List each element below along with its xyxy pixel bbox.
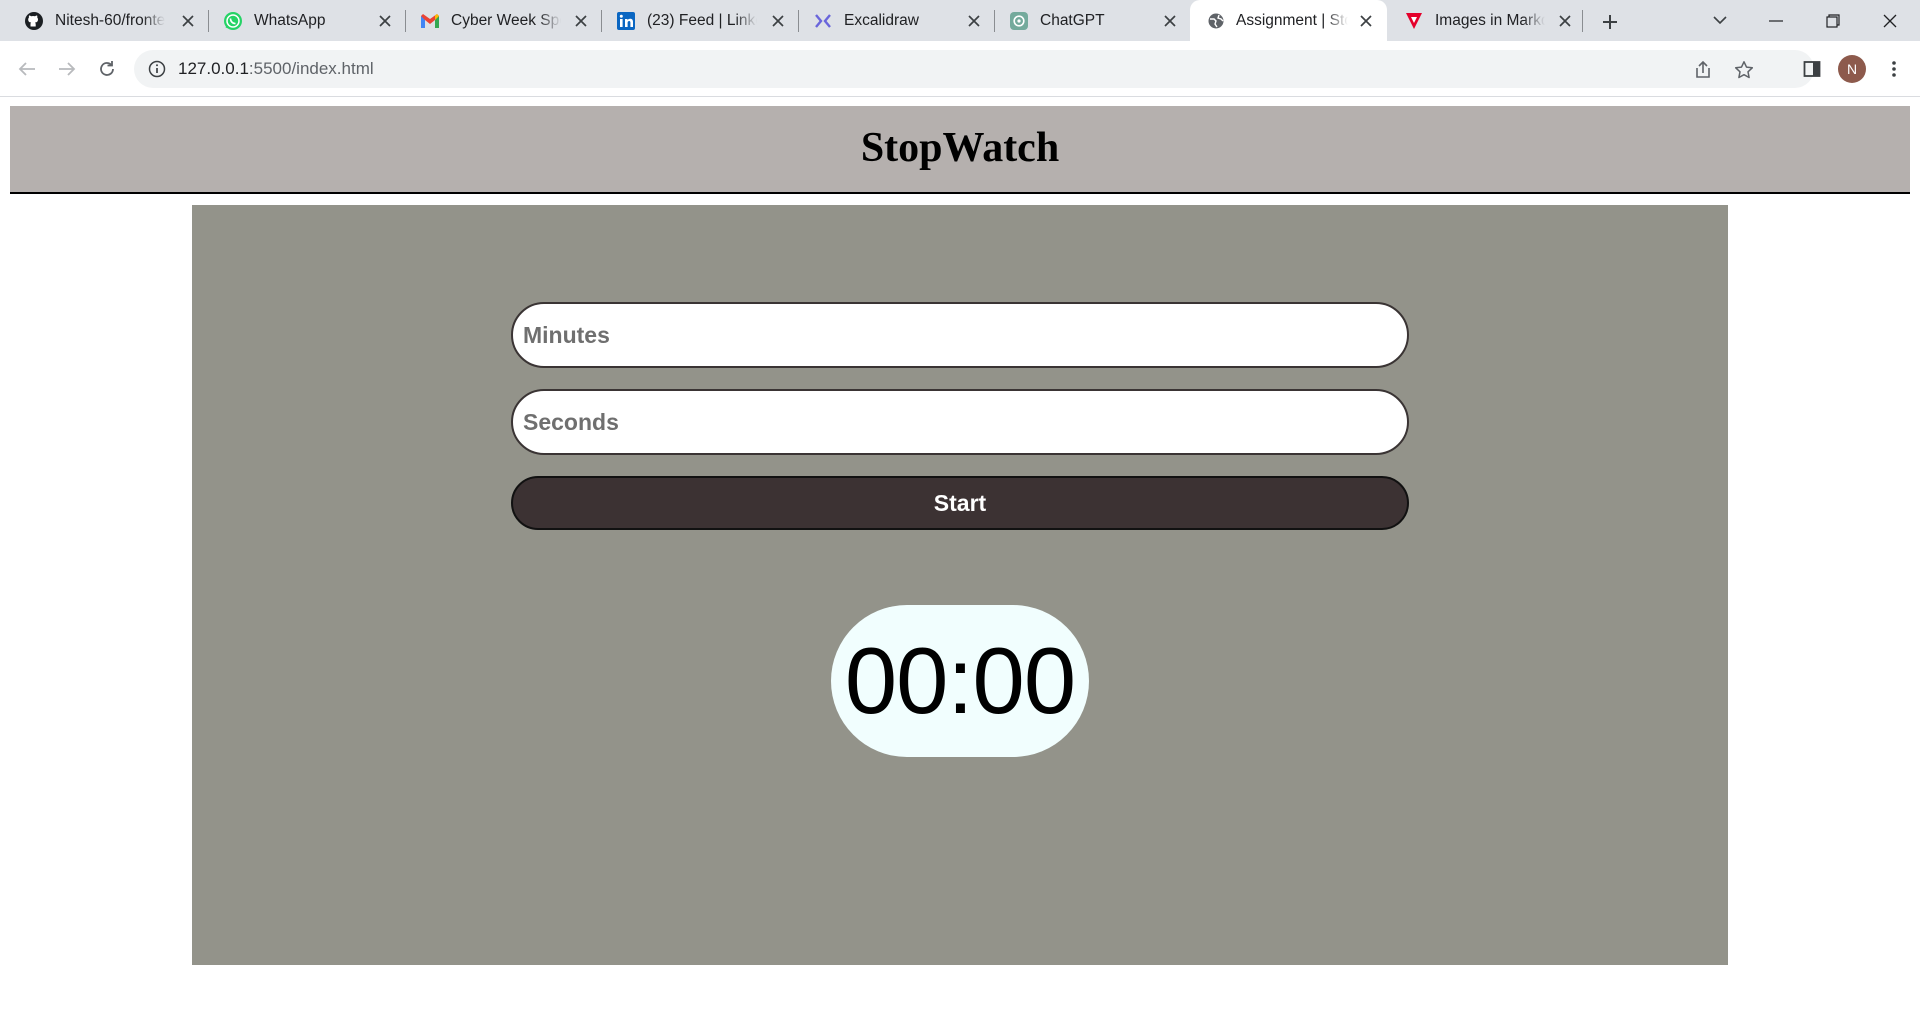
tab-title: Excalidraw — [844, 12, 919, 29]
back-button[interactable] — [12, 54, 42, 84]
stopwatch-panel: Start 00:00 — [192, 205, 1728, 965]
vercel-icon — [1404, 11, 1424, 31]
timer-display: 00:00 — [831, 605, 1089, 757]
minimize-icon — [1769, 19, 1783, 22]
tab-title: Cyber Week Spe — [451, 12, 561, 29]
close-icon[interactable] — [769, 12, 787, 30]
page-title: StopWatch — [860, 125, 1060, 171]
chevron-down-icon — [1713, 16, 1727, 25]
tab-gmail[interactable]: Cyber Week Spe — [396, 0, 604, 41]
tab-assignment[interactable]: Assignment | Sto — [1190, 0, 1387, 41]
url-text[interactable]: 127.0.0.1:5500/index.html — [178, 59, 374, 79]
arrow-left-icon — [18, 62, 35, 76]
page-header: StopWatch — [10, 106, 1910, 194]
arrow-right-icon — [59, 62, 76, 76]
whatsapp-icon — [223, 11, 243, 31]
reload-button[interactable] — [92, 54, 122, 84]
chatgpt-icon — [1009, 11, 1029, 31]
tab-title: ChatGPT — [1040, 12, 1105, 29]
more-vertical-icon — [1892, 61, 1896, 77]
profile-avatar[interactable]: N — [1838, 55, 1866, 83]
close-icon — [1883, 14, 1897, 27]
tab-chatgpt[interactable]: ChatGPT — [985, 0, 1193, 41]
github-icon — [24, 11, 44, 31]
tab-title: (23) Feed | Linke — [647, 12, 757, 29]
globe-icon — [1206, 11, 1226, 31]
tab-search-button[interactable] — [1692, 0, 1748, 41]
side-panel-icon — [1803, 61, 1821, 77]
address-bar[interactable]: 127.0.0.1:5500/index.html — [134, 50, 1814, 88]
close-icon[interactable] — [1556, 12, 1574, 30]
start-button[interactable]: Start — [511, 476, 1409, 530]
close-icon[interactable] — [572, 12, 590, 30]
tab-strip: Nitesh-60/fronte WhatsApp Cyber Week Spe… — [0, 0, 1920, 41]
info-icon[interactable] — [148, 60, 166, 78]
share-icon[interactable] — [1692, 59, 1714, 81]
browser-menu-button[interactable] — [1879, 54, 1909, 84]
tab-linkedin[interactable]: (23) Feed | Linke — [592, 0, 800, 41]
close-window-button[interactable] — [1862, 0, 1918, 41]
reload-icon — [100, 61, 114, 76]
url-path: :5500/index.html — [248, 59, 374, 78]
tab-title: Nitesh-60/fronte — [55, 12, 165, 29]
tab-title: Assignment | Sto — [1236, 12, 1348, 29]
seconds-input[interactable] — [511, 389, 1409, 455]
url-host: 127.0.0.1 — [178, 59, 249, 78]
close-icon[interactable] — [376, 12, 394, 30]
restore-button[interactable] — [1805, 0, 1861, 41]
tab-github[interactable]: Nitesh-60/fronte — [0, 0, 208, 41]
close-icon[interactable] — [965, 12, 983, 30]
tab-excalidraw[interactable]: Excalidraw — [789, 0, 997, 41]
plus-icon — [1603, 15, 1617, 29]
restore-icon — [1826, 13, 1840, 28]
minutes-input[interactable] — [511, 302, 1409, 368]
new-tab-button[interactable] — [1596, 8, 1624, 36]
tab-separator — [1582, 10, 1583, 32]
side-panel-button[interactable] — [1797, 54, 1827, 84]
gmail-icon — [420, 11, 440, 31]
forward-button[interactable] — [52, 54, 82, 84]
tab-whatsapp[interactable]: WhatsApp — [199, 0, 407, 41]
minimize-button[interactable] — [1748, 0, 1804, 41]
excalidraw-icon — [813, 11, 833, 31]
close-icon[interactable] — [179, 12, 197, 30]
close-icon[interactable] — [1357, 12, 1375, 30]
bookmark-star-icon[interactable] — [1733, 59, 1755, 81]
tab-vercel[interactable]: Images in Markd — [1380, 0, 1588, 41]
tab-title: WhatsApp — [254, 12, 326, 29]
linkedin-icon — [616, 11, 636, 31]
close-icon[interactable] — [1161, 12, 1179, 30]
browser-toolbar: 127.0.0.1:5500/index.html N — [0, 41, 1920, 97]
tab-title: Images in Markd — [1435, 12, 1545, 29]
